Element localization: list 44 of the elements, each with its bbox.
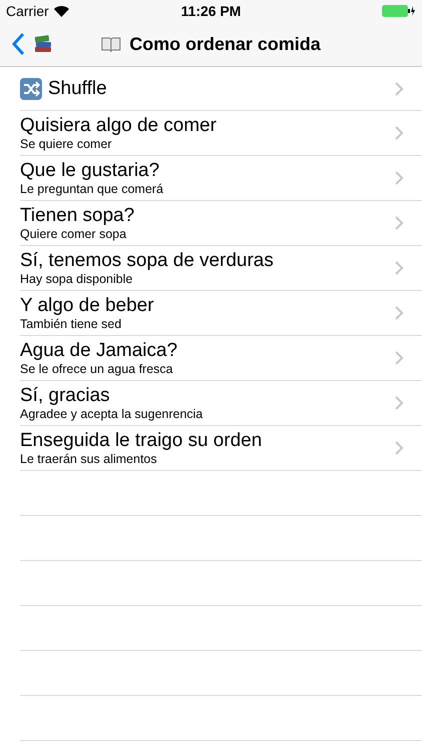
phrase-title: Y algo de beber	[20, 294, 155, 316]
phrase-row[interactable]: Que le gustaria? Le preguntan que comerá	[20, 156, 422, 201]
shuffle-label: Shuffle	[48, 78, 108, 100]
chevron-icon	[395, 306, 404, 320]
chevron-icon	[395, 171, 404, 185]
phrase-title: Agua de Jamaica?	[20, 340, 178, 362]
books-icon	[33, 34, 53, 54]
phrase-title: Enseguida le traigo su orden	[20, 430, 263, 452]
carrier-name: Carrier	[6, 3, 49, 19]
phrase-row[interactable]: Tienen sopa? Quiere comer sopa	[20, 201, 422, 246]
phrase-subtitle: Agradee y acepta la sugenrencia	[20, 406, 204, 422]
battery-icon	[382, 5, 416, 17]
wifi-icon	[54, 6, 69, 16]
phrase-title: Sí, tenemos sopa de verduras	[20, 250, 274, 272]
shuffle-row[interactable]: Shuffle	[20, 67, 422, 111]
phrase-subtitle: Le preguntan que comerá	[20, 182, 164, 196]
phrase-row[interactable]: Quisiera algo de comer Se quiere comer	[20, 111, 422, 156]
chevron-icon	[395, 216, 404, 230]
back-chevron-icon	[12, 33, 25, 55]
phrase-title: Tienen sopa?	[20, 204, 136, 226]
phrase-title: Que le gustaria?	[20, 160, 160, 182]
phrase-subtitle: Se quiere comer	[20, 136, 113, 152]
phrase-subtitle: Quiere comer sopa	[20, 226, 128, 242]
phrase-row[interactable]: Sí, tenemos sopa de verduras Hay sopa disponible	[20, 246, 422, 291]
chevron-icon	[395, 351, 404, 365]
status-time: 11:26 PM	[181, 3, 241, 19]
phrase-subtitle: También tiene sed	[20, 316, 122, 332]
shuffle-icon	[20, 78, 42, 100]
chevron-icon	[395, 126, 404, 140]
chevron-icon	[395, 441, 404, 455]
phrase-row[interactable]: Enseguida le traigo su orden Le traerán sus alimentos	[20, 426, 422, 471]
open-book-icon	[101, 36, 122, 52]
phrase-row[interactable]: Y algo de beber También tiene sed	[20, 291, 422, 336]
phrase-subtitle: Le traerán sus alimentos	[20, 452, 158, 466]
screen-title: Como ordenar comida	[129, 34, 321, 54]
phrase-subtitle: Se le ofrece un agua fresca	[20, 362, 174, 376]
chevron-icon	[395, 261, 404, 275]
chevron-icon	[395, 82, 404, 96]
phrase-subtitle: Hay sopa disponible	[20, 272, 134, 286]
phrase-row[interactable]: Sí, gracias Agradee y acepta la sugenrencia	[20, 381, 422, 426]
phrase-title: Quisiera algo de comer	[20, 114, 218, 136]
phrase-title: Sí, gracias	[20, 384, 111, 406]
phrase-row[interactable]: Agua de Jamaica? Se le ofrece un agua fresca	[20, 336, 422, 381]
chevron-icon	[395, 396, 404, 410]
